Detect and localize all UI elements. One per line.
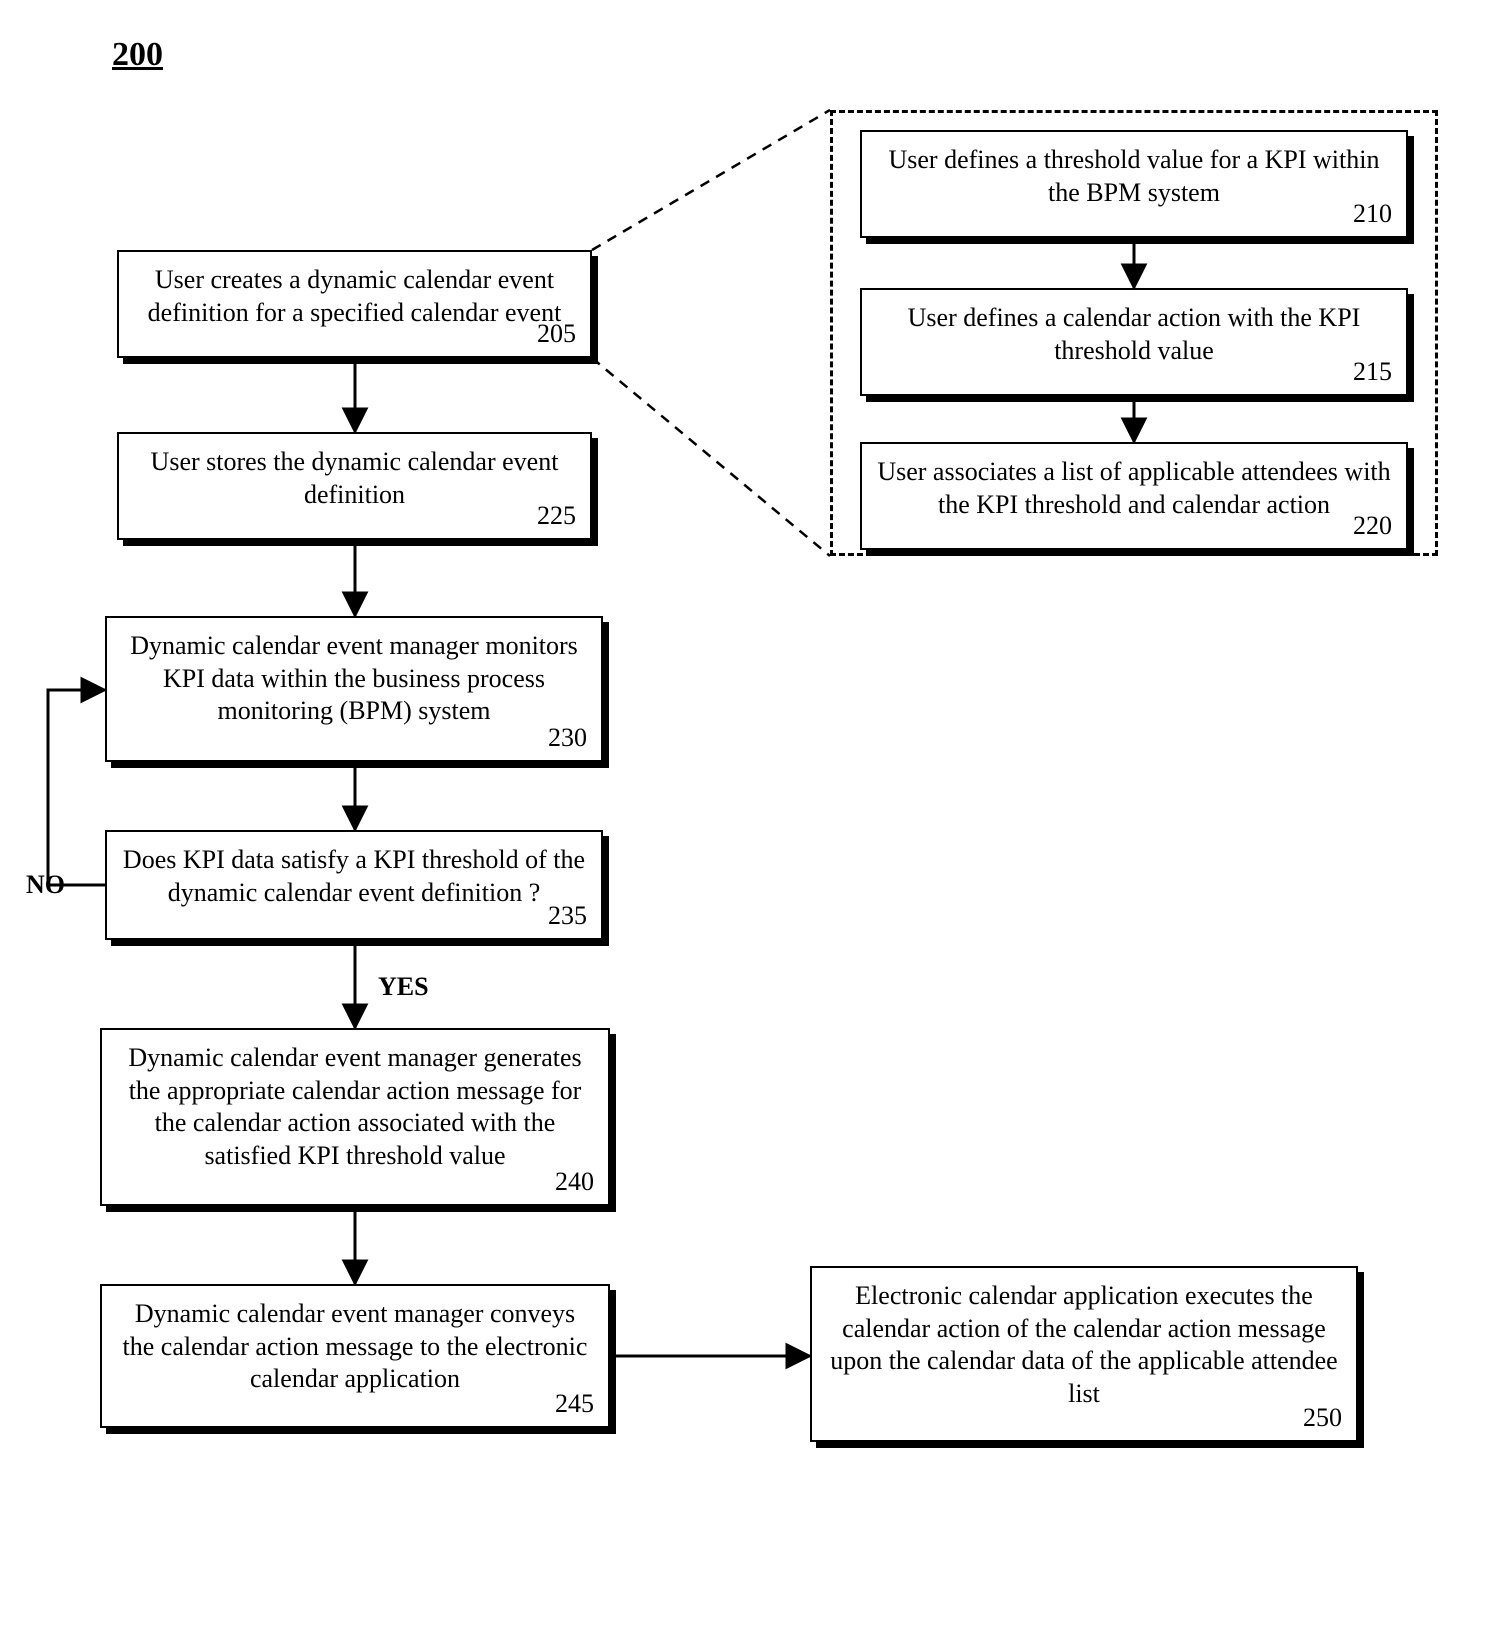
flowchart-canvas: 200 User creates a dynamic calendar even…	[0, 0, 1488, 1630]
edge-label-no: NO	[26, 870, 65, 900]
box-text: Dynamic calendar event manager generates…	[128, 1043, 581, 1170]
box-text: User associates a list of applicable att…	[877, 457, 1390, 519]
box-text: User defines a calendar action with the …	[908, 303, 1361, 365]
box-text: User defines a threshold value for a KPI…	[889, 145, 1380, 207]
figure-number: 200	[112, 36, 163, 74]
box-ref: 235	[548, 900, 587, 933]
box-ref: 225	[537, 500, 576, 533]
box-text: Dynamic calendar event manager monitors …	[130, 631, 578, 725]
box-235: Does KPI data satisfy a KPI threshold of…	[105, 830, 603, 940]
box-ref: 250	[1303, 1402, 1342, 1435]
box-250: Electronic calendar application executes…	[810, 1266, 1358, 1442]
box-230: Dynamic calendar event manager monitors …	[105, 616, 603, 762]
box-205: User creates a dynamic calendar event de…	[117, 250, 592, 358]
box-240: Dynamic calendar event manager generates…	[100, 1028, 610, 1206]
box-text: User stores the dynamic calendar event d…	[151, 447, 559, 509]
box-ref: 240	[555, 1166, 594, 1199]
box-210: User defines a threshold value for a KPI…	[860, 130, 1408, 238]
box-ref: 215	[1353, 356, 1392, 389]
edge-label-yes: YES	[378, 972, 429, 1002]
box-text: Electronic calendar application executes…	[830, 1281, 1337, 1408]
box-225: User stores the dynamic calendar event d…	[117, 432, 592, 540]
box-text: Dynamic calendar event manager conveys t…	[123, 1299, 588, 1393]
box-ref: 230	[548, 722, 587, 755]
box-text: Does KPI data satisfy a KPI threshold of…	[123, 845, 585, 907]
box-245: Dynamic calendar event manager conveys t…	[100, 1284, 610, 1428]
box-ref: 245	[555, 1388, 594, 1421]
box-ref: 205	[537, 318, 576, 351]
box-215: User defines a calendar action with the …	[860, 288, 1408, 396]
box-text: User creates a dynamic calendar event de…	[148, 265, 562, 327]
box-ref: 210	[1353, 198, 1392, 231]
box-220: User associates a list of applicable att…	[860, 442, 1408, 550]
box-ref: 220	[1353, 510, 1392, 543]
